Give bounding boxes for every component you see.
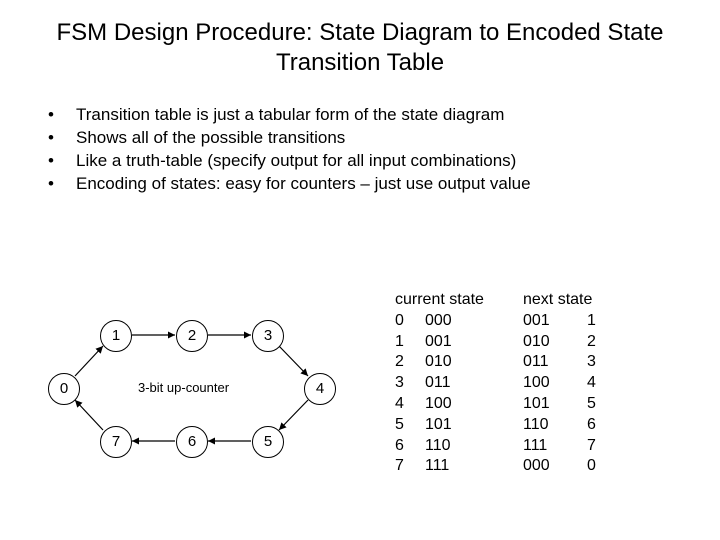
state-diagram: 0 1 2 3 4 5 6 7 3-bit up-counter	[48, 300, 348, 500]
cell-current-dec: 6	[395, 436, 425, 457]
cell-next-dec: 0	[587, 456, 617, 477]
state-node-3: 3	[252, 320, 284, 352]
cell-current-dec: 7	[395, 456, 425, 477]
cell-next-dec: 7	[587, 436, 617, 457]
cell-next-dec: 3	[587, 352, 617, 373]
bullet-text: Like a truth-table (specify output for a…	[76, 150, 516, 173]
cell-current-bin: 110	[425, 436, 523, 457]
bullet-text: Shows all of the possible transitions	[76, 127, 345, 150]
bullet-glyph: •	[48, 173, 76, 196]
table-row: 71110000	[395, 456, 643, 477]
bullet-item: • Encoding of states: easy for counters …	[48, 173, 720, 196]
state-node-5: 5	[252, 426, 284, 458]
bullet-item: • Transition table is just a tabular for…	[48, 104, 720, 127]
cell-next-bin: 101	[523, 394, 587, 415]
table-row: 51011106	[395, 415, 643, 436]
table-header-next: next state	[523, 290, 643, 311]
table-row: 20100113	[395, 352, 643, 373]
cell-next-dec: 1	[587, 311, 617, 332]
bullet-list: • Transition table is just a tabular for…	[48, 104, 720, 196]
bullet-glyph: •	[48, 104, 76, 127]
table-row: 10010102	[395, 332, 643, 353]
cell-next-dec: 2	[587, 332, 617, 353]
bullet-glyph: •	[48, 150, 76, 173]
transition-table: current state next state 000000111001010…	[395, 290, 643, 477]
cell-next-bin: 001	[523, 311, 587, 332]
cell-current-bin: 001	[425, 332, 523, 353]
state-node-4: 4	[304, 373, 336, 405]
bullet-text: Encoding of states: easy for counters – …	[76, 173, 531, 196]
cell-next-dec: 5	[587, 394, 617, 415]
cell-current-bin: 111	[425, 456, 523, 477]
state-node-2: 2	[176, 320, 208, 352]
cell-current-bin: 101	[425, 415, 523, 436]
bullet-glyph: •	[48, 127, 76, 150]
cell-current-dec: 1	[395, 332, 425, 353]
cell-current-bin: 011	[425, 373, 523, 394]
cell-next-bin: 110	[523, 415, 587, 436]
state-node-6: 6	[176, 426, 208, 458]
bullet-item: • Like a truth-table (specify output for…	[48, 150, 720, 173]
cell-current-bin: 000	[425, 311, 523, 332]
cell-current-dec: 0	[395, 311, 425, 332]
bullet-text: Transition table is just a tabular form …	[76, 104, 504, 127]
cell-next-bin: 011	[523, 352, 587, 373]
cell-next-bin: 000	[523, 456, 587, 477]
cell-current-bin: 010	[425, 352, 523, 373]
cell-current-dec: 5	[395, 415, 425, 436]
table-row: 61101117	[395, 436, 643, 457]
cell-next-bin: 111	[523, 436, 587, 457]
table-header-current: current state	[395, 290, 523, 311]
bullet-item: • Shows all of the possible transitions	[48, 127, 720, 150]
cell-next-bin: 010	[523, 332, 587, 353]
cell-current-dec: 3	[395, 373, 425, 394]
slide-title: FSM Design Procedure: State Diagram to E…	[0, 0, 720, 86]
table-row: 00000011	[395, 311, 643, 332]
cell-current-bin: 100	[425, 394, 523, 415]
state-node-7: 7	[100, 426, 132, 458]
table-row: 41001015	[395, 394, 643, 415]
cell-next-dec: 6	[587, 415, 617, 436]
state-node-1: 1	[100, 320, 132, 352]
cell-current-dec: 2	[395, 352, 425, 373]
state-node-0: 0	[48, 373, 80, 405]
cell-current-dec: 4	[395, 394, 425, 415]
cell-next-bin: 100	[523, 373, 587, 394]
table-row: 30111004	[395, 373, 643, 394]
diagram-caption: 3-bit up-counter	[138, 380, 229, 395]
cell-next-dec: 4	[587, 373, 617, 394]
